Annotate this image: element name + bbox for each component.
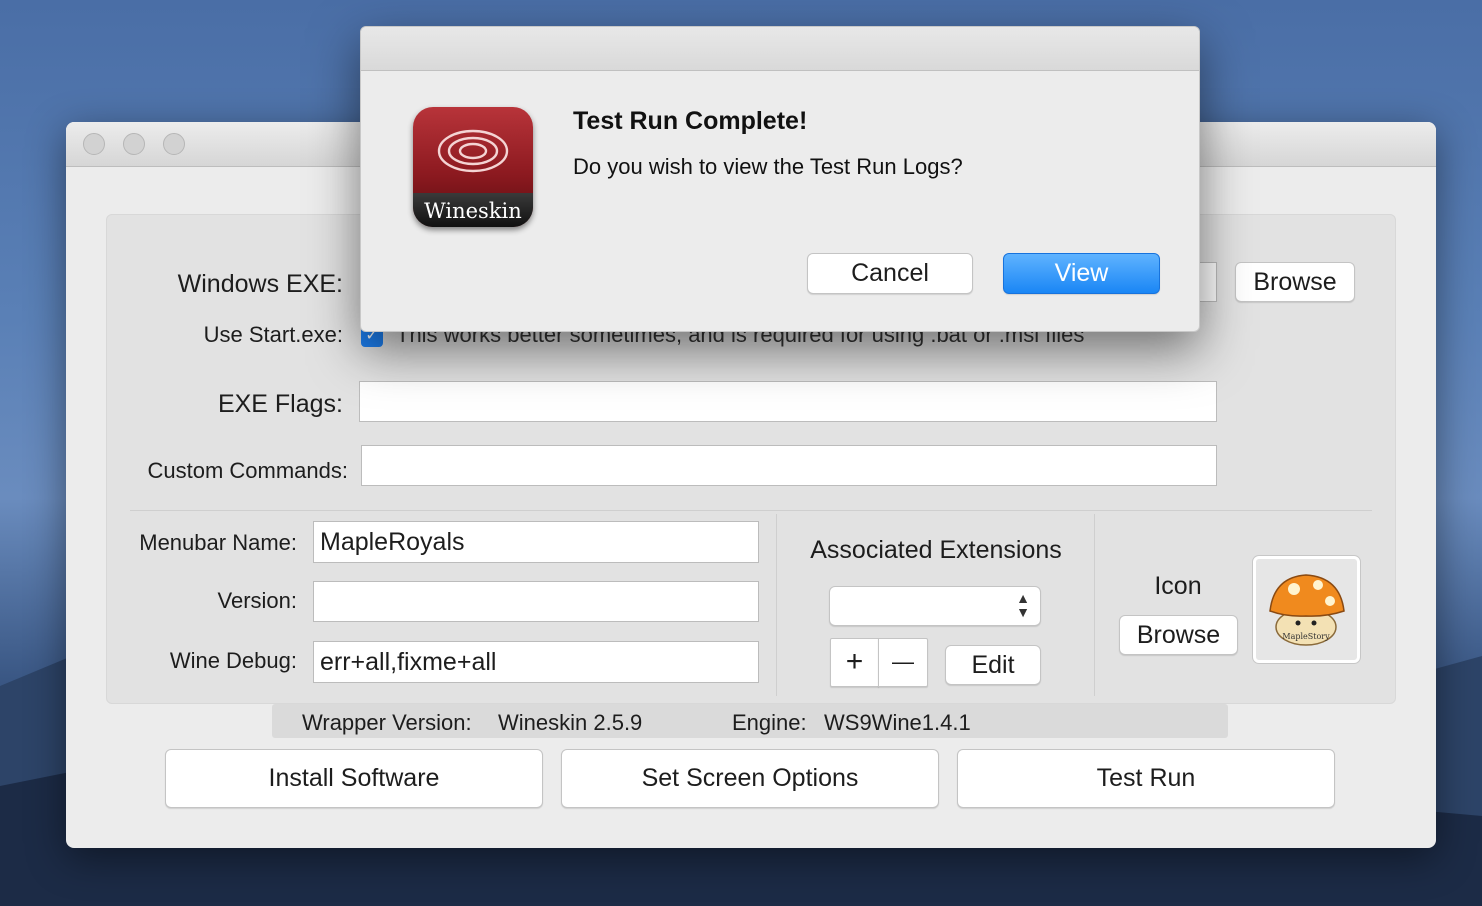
use-start-label: Use Start.exe: <box>203 322 343 347</box>
menubar-name-field[interactable]: MapleRoyals <box>313 521 759 563</box>
wineskin-icon-label: Wineskin <box>424 199 522 223</box>
install-software-button[interactable]: Install Software <box>165 749 543 808</box>
menubar-name-label: Menubar Name: <box>139 530 297 555</box>
exe-flags-field[interactable] <box>359 381 1217 422</box>
set-screen-options-button[interactable]: Set Screen Options <box>561 749 939 808</box>
wineskin-app-icon: Wineskin <box>413 107 533 227</box>
edit-extension-button[interactable]: Edit <box>945 645 1041 685</box>
extensions-popup[interactable]: ▲ ▼ <box>829 586 1041 626</box>
dialog-title: Test Run Complete! <box>573 107 808 135</box>
zoom-window-button[interactable] <box>163 133 185 155</box>
column-separator-1 <box>776 514 777 696</box>
test-run-complete-dialog: Wineskin Test Run Complete! Do you wish … <box>360 26 1200 332</box>
engine-label: Engine: <box>732 710 807 735</box>
dialog-message: Do you wish to view the Test Run Logs? <box>573 154 963 179</box>
wine-debug-field[interactable]: err+all,fixme+all <box>313 641 759 683</box>
custom-commands-field[interactable] <box>361 445 1217 486</box>
icon-browse-button[interactable]: Browse <box>1119 615 1238 655</box>
add-extension-button[interactable]: + <box>830 638 879 687</box>
remove-extension-button[interactable]: — <box>878 638 928 687</box>
column-separator-2 <box>1094 514 1095 696</box>
mushroom-icon-text: MapleStory <box>1282 632 1330 641</box>
browse-exe-button[interactable]: Browse <box>1235 262 1355 302</box>
test-run-button[interactable]: Test Run <box>957 749 1335 808</box>
wrapper-version-value: Wineskin 2.5.9 <box>498 710 643 735</box>
associated-extensions-label: Associated Extensions <box>810 536 1062 564</box>
section-separator <box>130 510 1372 511</box>
engine-value: WS9Wine1.4.1 <box>824 710 971 735</box>
close-window-button[interactable] <box>83 133 105 155</box>
app-icon-well[interactable]: MapleStory <box>1253 556 1360 663</box>
minimize-window-button[interactable] <box>123 133 145 155</box>
view-logs-button[interactable]: View <box>1003 253 1160 294</box>
custom-commands-label: Custom Commands: <box>147 458 348 483</box>
icon-label: Icon <box>1154 572 1202 600</box>
wrapper-version-label: Wrapper Version: <box>302 710 472 735</box>
spiral-icon <box>437 129 509 173</box>
mushroom-icon: MapleStory <box>1269 574 1345 646</box>
windows-exe-label: Windows EXE: <box>177 270 343 298</box>
chevron-updown-icon: ▲ ▼ <box>1016 590 1030 620</box>
cancel-button[interactable]: Cancel <box>807 253 973 294</box>
exe-flags-label: EXE Flags: <box>217 390 343 418</box>
dialog-titlebar <box>361 27 1199 71</box>
version-field[interactable] <box>313 581 759 622</box>
wine-debug-label: Wine Debug: <box>169 648 297 673</box>
version-label: Version: <box>217 588 298 613</box>
